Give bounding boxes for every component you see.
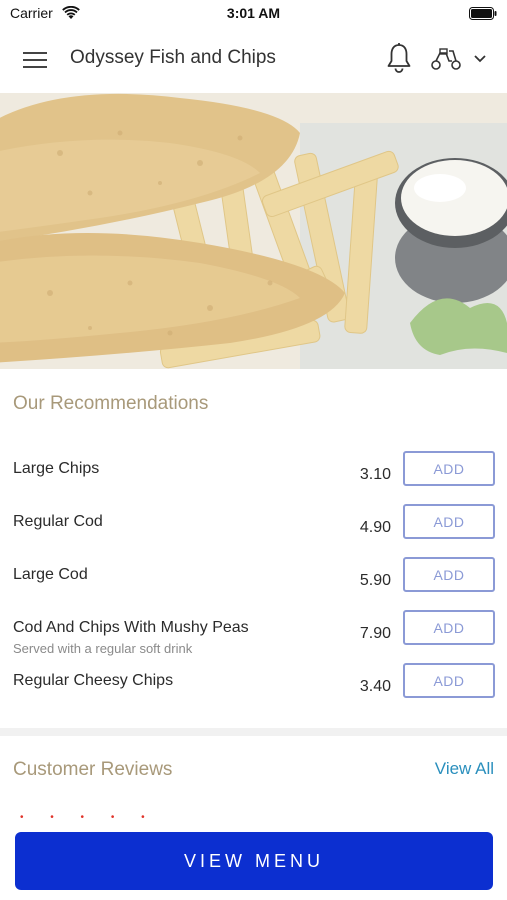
- recommendations-title: Our Recommendations: [13, 393, 209, 414]
- view-all-link[interactable]: View All: [435, 759, 494, 779]
- item-price: 4.90: [359, 519, 391, 536]
- list-item: Large Chips 3.10 ADD: [0, 451, 507, 510]
- add-button[interactable]: ADD: [403, 610, 495, 645]
- rating-stars: • • • • •: [20, 812, 157, 823]
- view-menu-button[interactable]: VIEW MENU: [15, 832, 493, 890]
- list-item: Cod And Chips With Mushy Peas Served wit…: [0, 610, 507, 669]
- reviews-title: Customer Reviews: [13, 759, 173, 780]
- list-item: Large Cod 5.90 ADD: [0, 557, 507, 616]
- add-button[interactable]: ADD: [403, 557, 495, 592]
- app-header: Odyssey Fish and Chips: [0, 28, 507, 93]
- page-title: Odyssey Fish and Chips: [70, 47, 276, 68]
- item-name: Regular Cheesy Chips: [13, 672, 174, 689]
- item-price: 5.90: [359, 572, 391, 589]
- item-name: Large Cod: [13, 566, 88, 583]
- scooter-icon[interactable]: [430, 47, 462, 71]
- list-item: Regular Cheesy Chips 3.40 ADD: [0, 663, 507, 722]
- clock: 3:01 AM: [226, 5, 281, 21]
- status-bar: Carrier 3:01 AM: [0, 0, 507, 28]
- item-description: Served with a regular soft drink: [13, 641, 193, 656]
- battery-icon: [469, 7, 497, 20]
- hero-food-image: [0, 93, 507, 369]
- chevron-down-icon[interactable]: [473, 54, 487, 64]
- menu-icon[interactable]: [23, 49, 47, 69]
- add-button[interactable]: ADD: [403, 663, 495, 698]
- bell-icon[interactable]: [385, 42, 413, 74]
- item-name: Large Chips: [13, 460, 100, 477]
- item-name: Cod And Chips With Mushy Peas: [13, 619, 249, 636]
- item-name: Regular Cod: [13, 513, 103, 530]
- list-item: Regular Cod 4.90 ADD: [0, 504, 507, 563]
- item-price: 7.90: [359, 625, 391, 642]
- item-price: 3.10: [359, 466, 391, 483]
- section-divider: [0, 728, 507, 736]
- add-button[interactable]: ADD: [403, 504, 495, 539]
- item-price: 3.40: [359, 678, 391, 695]
- add-button[interactable]: ADD: [403, 451, 495, 486]
